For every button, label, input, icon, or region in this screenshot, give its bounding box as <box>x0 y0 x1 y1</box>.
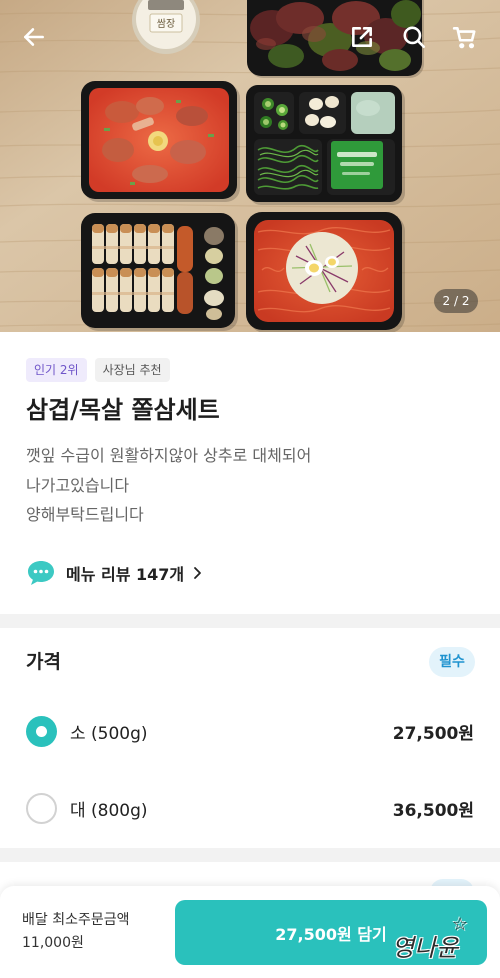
price-option-large[interactable]: 대 (800g) 36,500원 <box>0 786 500 830</box>
lettuce-tray <box>247 0 424 78</box>
spicy-noodle-tray <box>246 212 405 332</box>
section-divider <box>0 848 500 862</box>
back-button[interactable] <box>20 23 48 51</box>
cart-icon <box>452 27 476 49</box>
watermark-signature: 영나윤 <box>392 934 459 962</box>
share-icon <box>352 27 372 47</box>
pork-belly-tray <box>81 213 238 331</box>
owner-recommend-badge: 사장님 추천 <box>94 358 170 382</box>
price-option-small[interactable]: 소 (500g) 27,500원 <box>0 709 500 753</box>
menu-review-link[interactable]: 메뉴 리뷰 147개 <box>26 559 204 587</box>
star-icon: ☆ <box>452 914 469 935</box>
menu-photo-carousel[interactable]: 쌈장 2 / 2 <box>0 0 500 332</box>
search-button[interactable] <box>400 23 428 51</box>
spicy-stew-tray <box>81 81 240 202</box>
min-order-label: 배달 최소주문금액 <box>22 912 130 928</box>
required-badge: 필수 <box>429 647 475 677</box>
menu-detail-page: 쌈장 2 / 2 인기 2위 사장님 추천 삼겹/목살 쫄삼세트 깻잎 수급이 … <box>0 0 500 978</box>
chevron-right-icon <box>194 567 202 579</box>
cart-button[interactable] <box>451 23 479 51</box>
option-price: 36,500원 <box>392 800 474 821</box>
option-price: 27,500원 <box>392 723 474 744</box>
min-order-value: 11,000원 <box>22 935 84 951</box>
popular-rank-badge: 인기 2위 <box>26 358 87 382</box>
price-section-title: 가격 <box>26 651 61 673</box>
description-line: 깻잎 수급이 원활하지않아 상추로 대체되어 <box>26 446 312 465</box>
search-icon <box>403 26 426 49</box>
menu-badges: 인기 2위 사장님 추천 <box>26 358 170 382</box>
radio-button[interactable] <box>26 792 57 824</box>
review-link-label: 메뉴 리뷰 147개 <box>66 565 185 584</box>
description-line: 나가고있습니다 <box>26 475 130 495</box>
radio-button[interactable] <box>26 715 57 747</box>
speech-bubble-icon <box>28 561 54 585</box>
side-dish-tray <box>246 85 405 205</box>
menu-description: 깻잎 수급이 원활하지않아 상추로 대체되어 나가고있습니다 양해부탁드립니다 <box>26 441 311 530</box>
share-button[interactable] <box>348 23 376 51</box>
description-line: 양해부탁드립니다 <box>26 505 144 524</box>
option-label: 대 (800g) <box>70 800 148 821</box>
image-counter: 2 / 2 <box>434 289 478 313</box>
sauce-label: 쌈장 <box>157 18 175 30</box>
back-arrow-icon <box>24 28 44 46</box>
section-divider <box>0 614 500 628</box>
option-label: 소 (500g) <box>70 723 148 744</box>
menu-title: 삼겹/목살 쫄삼세트 <box>26 396 220 424</box>
